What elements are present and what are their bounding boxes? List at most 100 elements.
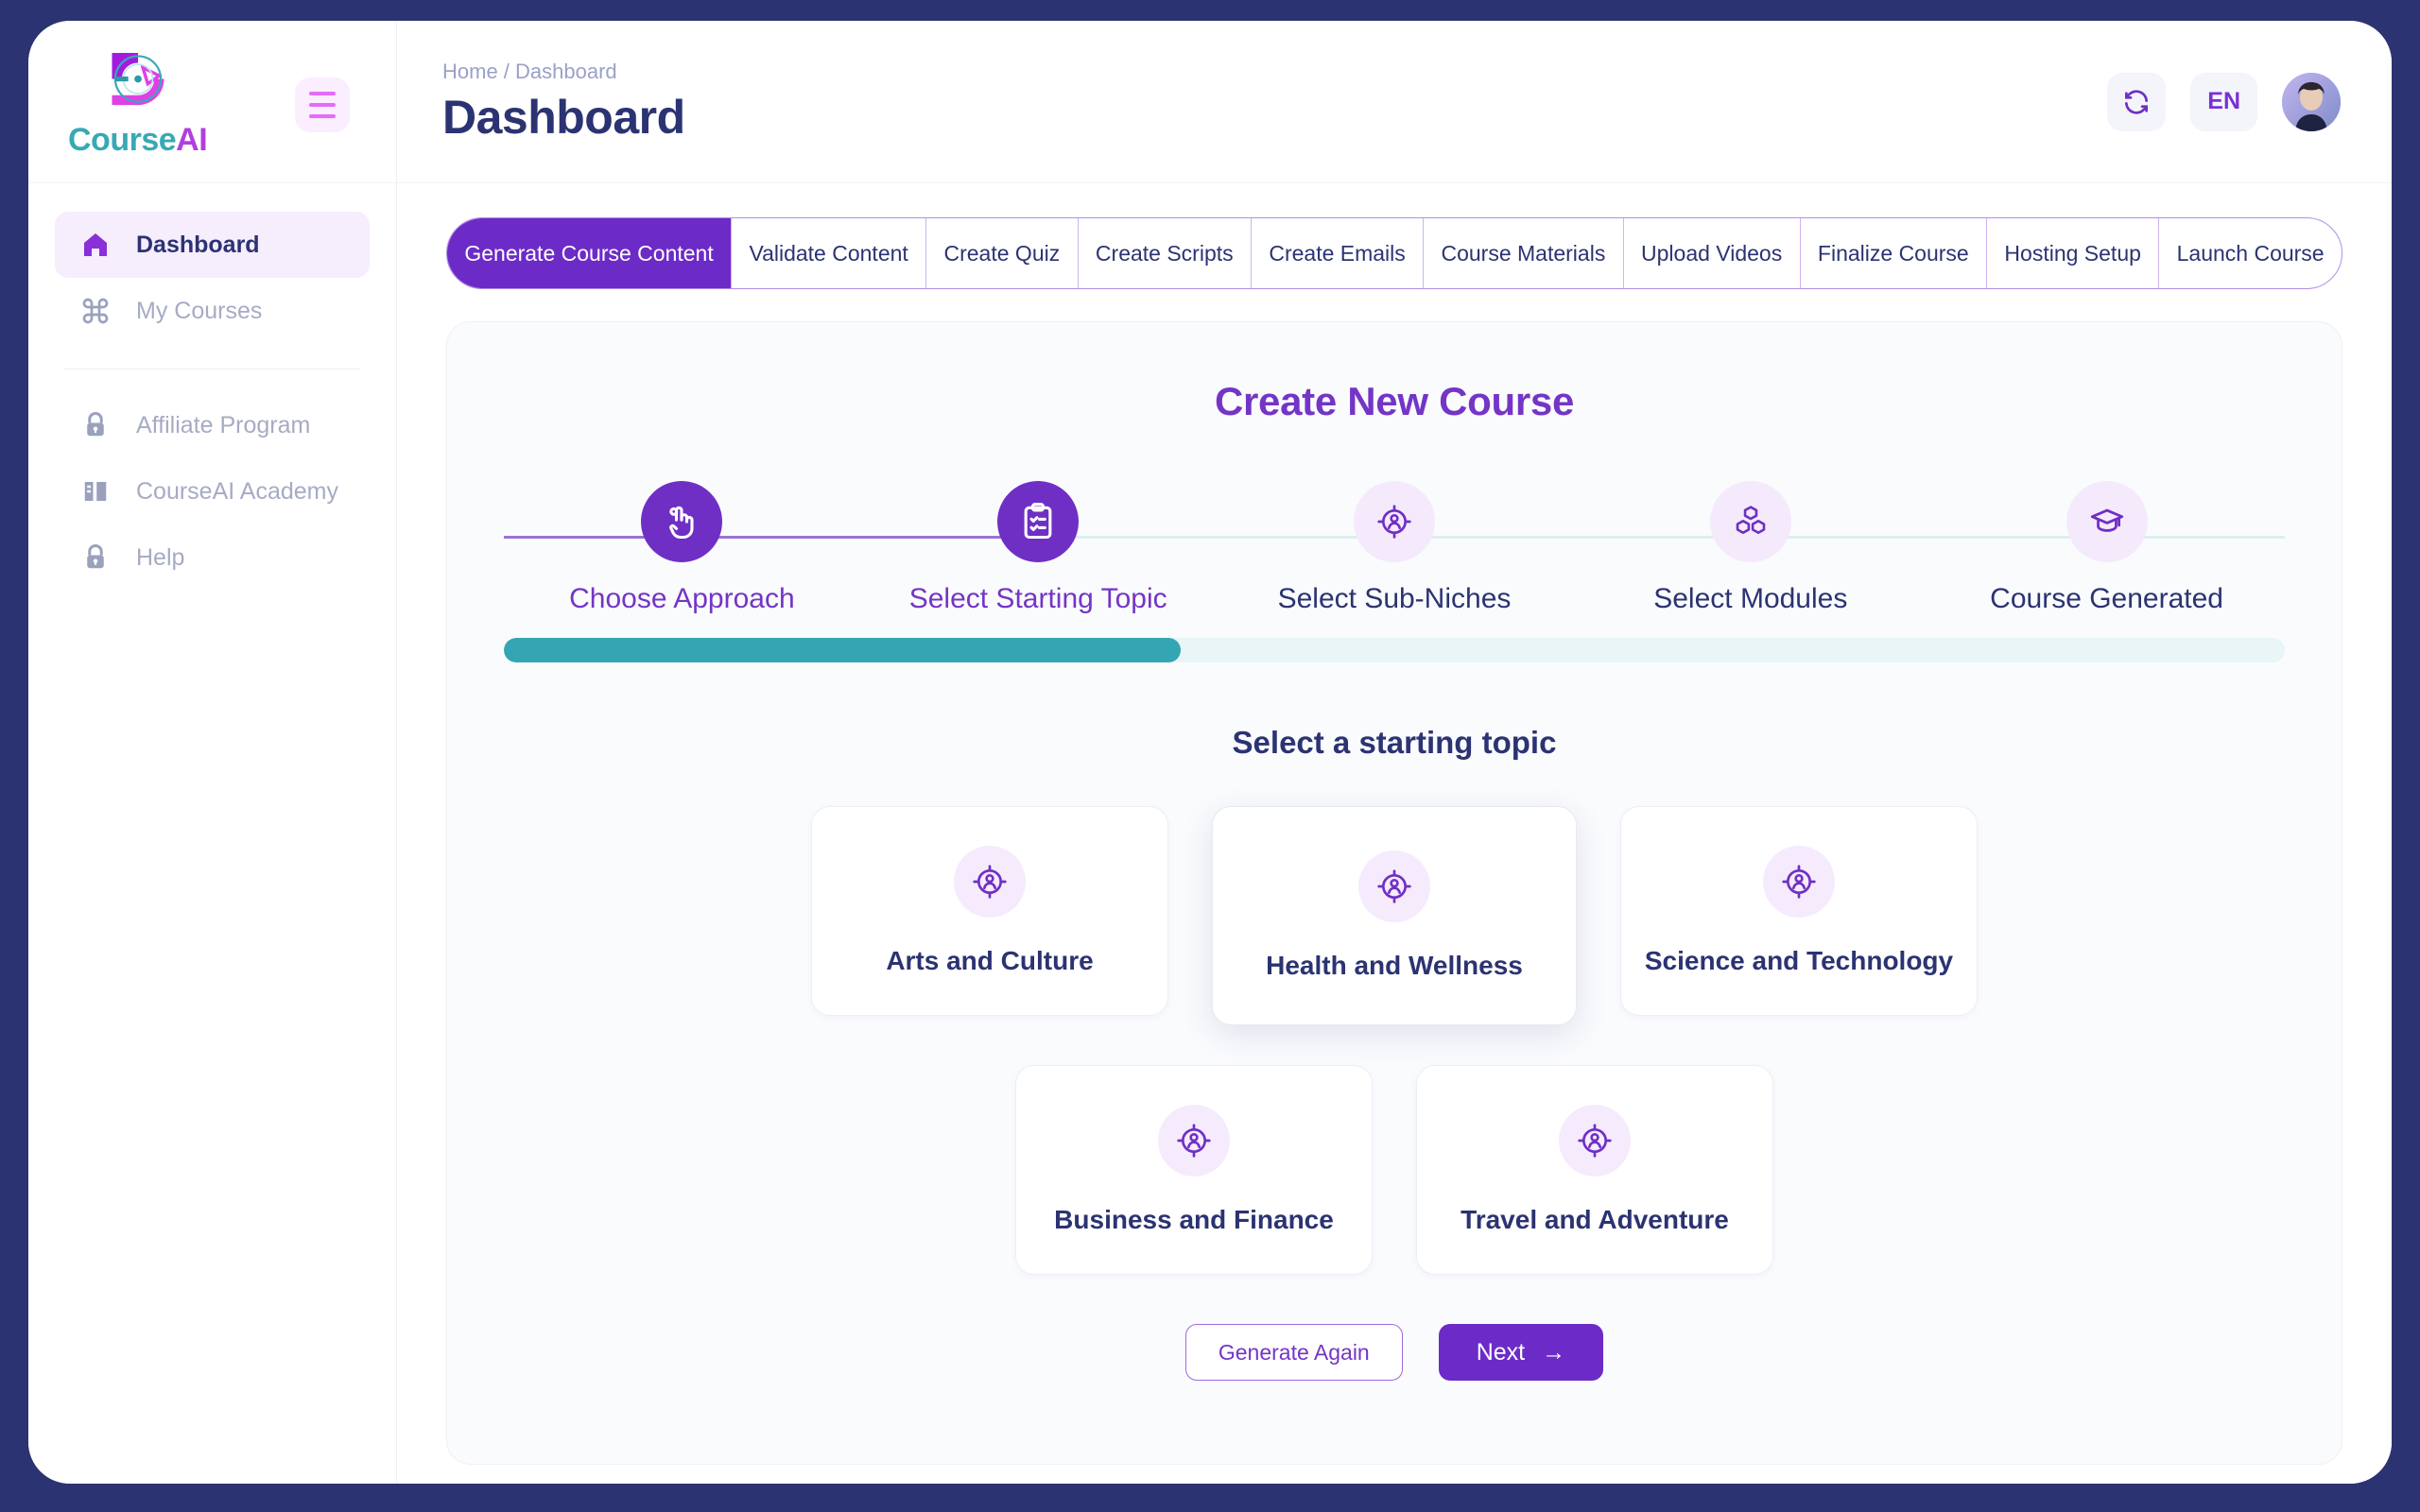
sidebar-item-courseai-academy[interactable]: CourseAI Academy bbox=[55, 458, 370, 524]
tab-generate-course-content[interactable]: Generate Course Content bbox=[447, 218, 733, 288]
topic-card-row: Business and Finance Travel and Adventur… bbox=[1015, 1065, 1773, 1275]
person-target-icon bbox=[1358, 850, 1430, 922]
topic-card-science-and-technology[interactable]: Science and Technology bbox=[1620, 806, 1978, 1016]
tab-finalize-course[interactable]: Finalize Course bbox=[1801, 218, 1988, 288]
logo-text-ai: AI bbox=[176, 122, 208, 158]
sidebar-item-label: Dashboard bbox=[136, 231, 260, 258]
sidebar-nav: Dashboard My Courses Affiliate Program C… bbox=[28, 183, 396, 591]
refresh-button[interactable] bbox=[2107, 72, 2167, 131]
hamburger-line bbox=[309, 114, 336, 118]
progress-bar-fill bbox=[504, 638, 1181, 662]
hamburger-menu-icon[interactable] bbox=[295, 77, 350, 132]
step-choose-approach[interactable]: Choose Approach bbox=[504, 481, 860, 615]
graduation-cap-icon bbox=[2090, 508, 2123, 532]
sidebar-item-affiliate-program[interactable]: Affiliate Program bbox=[55, 392, 370, 458]
brand-header: CourseAI bbox=[28, 21, 396, 183]
step-select-modules[interactable]: Select Modules bbox=[1572, 481, 1928, 615]
logo-text: CourseAI bbox=[68, 122, 208, 159]
topic-card-row: Arts and Culture Health and Wellness Sci… bbox=[811, 806, 1978, 1025]
workflow-tabs: Generate Course Content Validate Content… bbox=[446, 217, 2342, 289]
step-bubble bbox=[1353, 481, 1435, 562]
progress-bar bbox=[504, 638, 2285, 662]
page-heading-group: Home / Dashboard Dashboard bbox=[442, 60, 685, 145]
sidebar-item-label: Affiliate Program bbox=[136, 411, 311, 438]
sidebar-item-label: Help bbox=[136, 543, 185, 571]
home-icon bbox=[79, 229, 112, 261]
step-bubble bbox=[997, 481, 1080, 562]
content-area: Generate Course Content Validate Content… bbox=[397, 183, 2392, 1484]
topic-card-arts-and-culture[interactable]: Arts and Culture bbox=[811, 806, 1168, 1016]
next-button-label: Next bbox=[1476, 1338, 1526, 1366]
topic-card-grid: Arts and Culture Health and Wellness Sci… bbox=[504, 806, 2285, 1275]
panel-title: Create New Course bbox=[1214, 379, 1575, 423]
step-label: Course Generated bbox=[1990, 583, 2223, 614]
tab-launch-course[interactable]: Launch Course bbox=[2159, 218, 2342, 288]
logo-text-course: Course bbox=[68, 122, 177, 158]
generate-again-button[interactable]: Generate Again bbox=[1184, 1324, 1403, 1381]
language-button[interactable]: EN bbox=[2190, 72, 2257, 131]
sidebar-item-dashboard[interactable]: Dashboard bbox=[55, 212, 370, 278]
book-icon bbox=[79, 475, 112, 507]
hamburger-line bbox=[309, 103, 336, 107]
step-bubble bbox=[1709, 481, 1791, 562]
step-label: Select Sub-Niches bbox=[1277, 583, 1512, 614]
step-select-sub-niches[interactable]: Select Sub-Niches bbox=[1217, 481, 1573, 615]
step-course-generated[interactable]: Course Generated bbox=[1928, 481, 2285, 615]
tab-hosting-setup[interactable]: Hosting Setup bbox=[1987, 218, 2160, 288]
hand-pointer-icon bbox=[669, 506, 694, 540]
main-area: Home / Dashboard Dashboard EN Generate C… bbox=[397, 21, 2392, 1484]
person-target-icon bbox=[1158, 1105, 1230, 1177]
tab-create-emails[interactable]: Create Emails bbox=[1252, 218, 1425, 288]
sidebar: CourseAI Dashboard My Courses Affiliate … bbox=[28, 21, 397, 1484]
tab-validate-content[interactable]: Validate Content bbox=[732, 218, 927, 288]
sidebar-item-label: CourseAI Academy bbox=[136, 477, 338, 505]
top-bar-actions: EN bbox=[2107, 72, 2341, 131]
tab-course-materials[interactable]: Course Materials bbox=[1424, 218, 1624, 288]
step-label: Select Starting Topic bbox=[908, 583, 1167, 614]
grid-command-icon bbox=[79, 295, 112, 327]
tab-create-scripts[interactable]: Create Scripts bbox=[1079, 218, 1252, 288]
sidebar-item-label: My Courses bbox=[136, 297, 263, 324]
tab-upload-videos[interactable]: Upload Videos bbox=[1624, 218, 1801, 288]
person-target-icon bbox=[1763, 846, 1835, 918]
topic-card-label: Health and Wellness bbox=[1266, 951, 1523, 980]
device-frame: CourseAI Dashboard My Courses Affiliate … bbox=[0, 0, 2420, 1512]
next-button[interactable]: Next → bbox=[1438, 1324, 1604, 1381]
wizard-stepper: Choose Approach Select Starting Topic Se… bbox=[504, 481, 2285, 615]
stacked-cubes-icon bbox=[1736, 506, 1766, 535]
topic-card-travel-and-adventure[interactable]: Travel and Adventure bbox=[1416, 1065, 1773, 1275]
sidebar-item-my-courses[interactable]: My Courses bbox=[55, 278, 370, 344]
tab-create-quiz[interactable]: Create Quiz bbox=[926, 218, 1079, 288]
select-topic-heading: Select a starting topic bbox=[1232, 725, 1557, 760]
avatar[interactable] bbox=[2282, 72, 2341, 131]
courseai-circular-logo bbox=[112, 53, 164, 106]
app-window: CourseAI Dashboard My Courses Affiliate … bbox=[28, 21, 2392, 1484]
topic-card-label: Arts and Culture bbox=[886, 946, 1094, 975]
topic-card-health-and-wellness[interactable]: Health and Wellness bbox=[1212, 806, 1577, 1025]
topic-card-label: Travel and Adventure bbox=[1461, 1205, 1729, 1234]
clipboard-checklist-icon bbox=[1024, 503, 1052, 540]
user-avatar bbox=[2282, 72, 2341, 131]
logo[interactable]: CourseAI bbox=[68, 44, 208, 159]
topic-card-label: Business and Finance bbox=[1054, 1205, 1334, 1234]
person-target-icon bbox=[1559, 1105, 1631, 1177]
create-course-panel: Create New Course Choose Approach Select… bbox=[446, 321, 2342, 1465]
breadcrumb[interactable]: Home / Dashboard bbox=[442, 60, 685, 84]
hamburger-line bbox=[309, 92, 336, 95]
step-bubble bbox=[2066, 481, 2148, 562]
stepper-items: Choose Approach Select Starting Topic Se… bbox=[504, 481, 2285, 615]
sidebar-item-help[interactable]: Help bbox=[55, 524, 370, 591]
step-bubble bbox=[641, 481, 723, 562]
person-target-icon bbox=[954, 846, 1026, 918]
step-label: Choose Approach bbox=[569, 583, 795, 614]
topic-card-business-and-finance[interactable]: Business and Finance bbox=[1015, 1065, 1373, 1275]
top-bar: Home / Dashboard Dashboard EN bbox=[397, 21, 2392, 183]
arrow-right-icon: → bbox=[1542, 1338, 1566, 1366]
topic-card-label: Science and Technology bbox=[1644, 946, 1954, 975]
panel-actions: Generate Again Next → bbox=[504, 1324, 2285, 1381]
lock-icon bbox=[79, 409, 112, 441]
lock-icon bbox=[79, 541, 112, 574]
step-label: Select Modules bbox=[1653, 583, 1848, 614]
person-target-icon bbox=[1377, 505, 1411, 539]
step-select-starting-topic[interactable]: Select Starting Topic bbox=[860, 481, 1217, 615]
